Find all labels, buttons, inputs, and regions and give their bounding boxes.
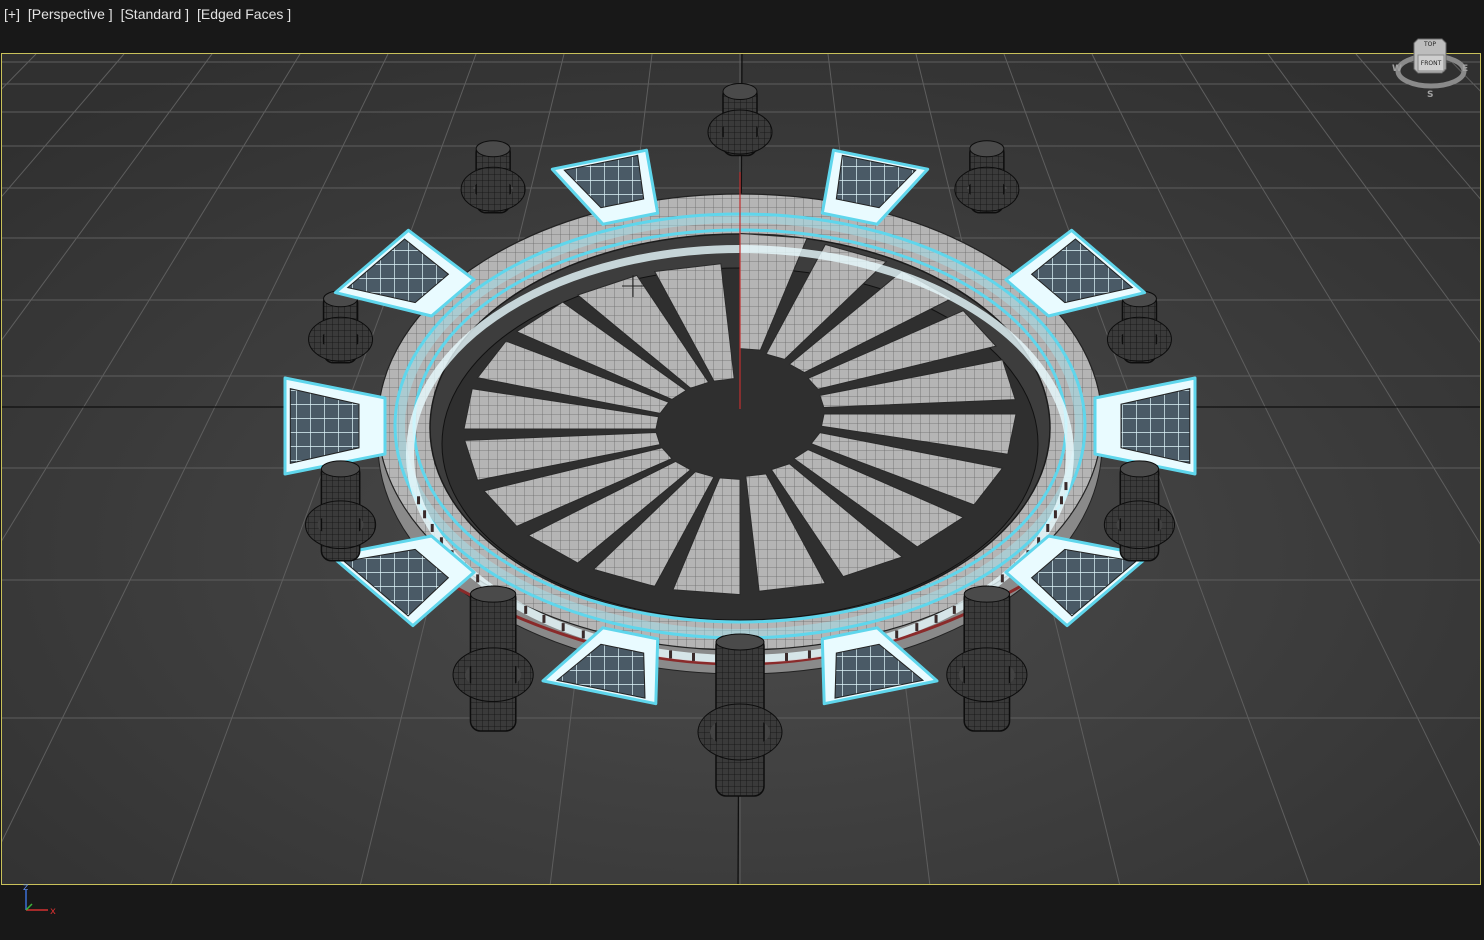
pillar-cap	[969, 140, 1005, 158]
glass-ring-tick	[423, 510, 427, 519]
axis-z-label: z	[23, 884, 28, 893]
glass-ring-tick	[669, 650, 673, 659]
viewport-point-of-view-menu[interactable]: [Perspective ]	[28, 6, 113, 22]
viewport-display-menu[interactable]: [Edged Faces ]	[197, 6, 291, 22]
pillar-cap	[469, 585, 517, 603]
glass-ring-tick	[476, 574, 480, 583]
viewport-general-menu[interactable]: [+]	[4, 6, 20, 22]
glass-ring-tick	[784, 652, 788, 661]
compass-e[interactable]: E	[1462, 64, 1468, 74]
viewport-shading-menu[interactable]: [Standard ]	[121, 6, 190, 22]
pillar-cap	[722, 83, 758, 100]
viewcube-front-label: FRONT	[1421, 60, 1442, 67]
glass-ring-tick	[430, 523, 434, 532]
viewcube[interactable]: TOP FRONT W E S	[1390, 33, 1472, 99]
glass-ring-tick	[417, 496, 421, 505]
glass-ring-tick	[1053, 510, 1057, 519]
glass-ring-tick	[524, 605, 528, 614]
viewcube-top-label: TOP	[1423, 41, 1436, 48]
glass-ring-tick	[934, 614, 938, 623]
viewport-header-bar: [+] [Perspective ] [Standard ] [Edged Fa…	[0, 0, 1484, 52]
glass-ring-tick	[561, 623, 565, 632]
pillar-cap	[963, 585, 1011, 603]
pillar-cap	[715, 633, 765, 651]
scene-canvas[interactable]	[2, 54, 1481, 885]
perspective-viewport[interactable]	[1, 53, 1481, 885]
glass-ring-tick	[952, 605, 956, 614]
glass-ring-tick	[1046, 523, 1050, 532]
glass-ring-tick	[581, 630, 585, 639]
glass-ring-tick	[807, 650, 811, 659]
axis-x-label: x	[50, 906, 56, 917]
viewport-label-menu: [+] [Perspective ] [Standard ] [Edged Fa…	[4, 6, 295, 24]
glass-ring-tick	[895, 630, 899, 639]
glass-ring-tick	[1064, 482, 1068, 491]
glass-ring-tick	[1000, 574, 1004, 583]
axis-tripod: x z	[23, 884, 56, 917]
viewport-footer-bar	[0, 886, 1484, 940]
pillar-cap	[1119, 460, 1160, 478]
glass-ring-tick	[692, 652, 696, 661]
glass-ring-tick	[915, 623, 919, 632]
glass-ring-tick	[1059, 496, 1063, 505]
glass-ring-tick	[542, 614, 546, 623]
pillar-cap	[475, 140, 511, 158]
pillar-cap	[320, 460, 361, 478]
axis-y-line	[25, 903, 33, 911]
compass-s[interactable]: S	[1427, 90, 1433, 99]
compass-w[interactable]: W	[1392, 64, 1402, 74]
